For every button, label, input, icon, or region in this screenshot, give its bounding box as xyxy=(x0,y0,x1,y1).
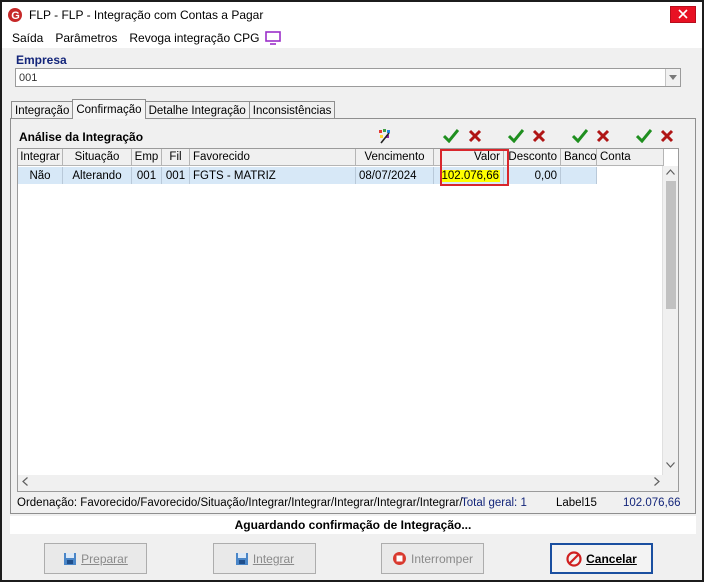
empresa-value: 001 xyxy=(19,71,38,84)
main-window: G FLP - FLP - Integração com Contas a Pa… xyxy=(0,0,704,582)
close-button[interactable] xyxy=(670,6,696,23)
svg-text:G: G xyxy=(11,10,20,22)
scroll-left-icon[interactable] xyxy=(22,477,28,491)
window-title: FLP - FLP - Integração com Contas a Paga… xyxy=(29,8,264,22)
cell-fil[interactable]: 001 xyxy=(162,167,190,184)
tab-strip: Integração Confirmação Detalhe Integraçã… xyxy=(11,99,336,119)
cell-banco[interactable] xyxy=(561,167,597,184)
col-header-conta[interactable]: Conta xyxy=(597,149,664,166)
menu-saida[interactable]: Saída xyxy=(12,31,43,45)
interromper-label: Interromper xyxy=(410,551,474,566)
cell-integrar[interactable]: Não xyxy=(18,167,63,184)
col-header-fil[interactable]: Fil xyxy=(162,149,190,166)
preparar-label: Preparar xyxy=(81,551,128,566)
total-geral-label: Total geral: 1 xyxy=(461,497,527,509)
color-wand-icon[interactable] xyxy=(376,127,394,145)
cell-conta[interactable] xyxy=(597,167,664,184)
menu-parametros[interactable]: Parâmetros xyxy=(55,31,117,45)
stop-icon xyxy=(392,551,407,566)
integrar-button[interactable]: Integrar xyxy=(213,543,316,574)
cross-all-desconto-icon[interactable] xyxy=(530,127,548,145)
status-message: Aguardando confirmação de Integração... xyxy=(10,516,696,534)
col-header-vencimento[interactable]: Vencimento xyxy=(356,149,434,166)
cross-all-banco-icon[interactable] xyxy=(594,127,612,145)
scroll-down-icon[interactable] xyxy=(666,459,675,473)
tab-inconsistencias[interactable]: Inconsistências xyxy=(248,101,336,119)
empresa-label: Empresa xyxy=(16,53,67,67)
label15: Label15 xyxy=(556,497,597,509)
scroll-right-icon[interactable] xyxy=(654,477,660,491)
tab-detalhe-integracao[interactable]: Detalhe Integração xyxy=(144,101,250,119)
dropdown-arrow-icon[interactable] xyxy=(665,69,680,86)
col-header-integrar[interactable]: Integrar xyxy=(18,149,63,166)
monitor-icon[interactable] xyxy=(265,31,282,45)
vertical-scroll-thumb[interactable] xyxy=(666,181,676,309)
empresa-select[interactable]: 001 xyxy=(15,68,681,87)
ordenacao-text: Ordenação: Favorecido/Favorecido/Situaçã… xyxy=(17,497,463,509)
save-disk-icon xyxy=(63,552,77,566)
vertical-scrollbar[interactable] xyxy=(662,166,678,475)
cross-all-conta-icon[interactable] xyxy=(658,127,676,145)
tab-confirmacao[interactable]: Confirmação xyxy=(72,99,146,119)
cancel-icon xyxy=(566,550,582,567)
menu-bar: Saída Parâmetros Revoga integração CPG xyxy=(2,28,702,48)
cell-valor[interactable]: 102.076,66 xyxy=(434,167,504,184)
scroll-up-icon[interactable] xyxy=(666,166,675,180)
check-all-conta-icon[interactable] xyxy=(635,127,653,145)
integrar-label: Integrar xyxy=(252,551,295,566)
col-header-emp[interactable]: Emp xyxy=(132,149,162,166)
col-header-valor[interactable]: Valor xyxy=(434,149,504,166)
col-header-situacao[interactable]: Situação xyxy=(63,149,132,166)
cell-situacao[interactable]: Alterando xyxy=(63,167,132,184)
horizontal-scrollbar[interactable] xyxy=(18,475,664,491)
col-header-banco[interactable]: Banco xyxy=(561,149,597,166)
cancelar-button[interactable]: Cancelar xyxy=(550,543,653,574)
cell-emp[interactable]: 001 xyxy=(132,167,162,184)
col-header-desconto[interactable]: Desconto xyxy=(504,149,561,166)
col-header-favorecido[interactable]: Favorecido xyxy=(190,149,356,166)
cell-vencimento[interactable]: 08/07/2024 xyxy=(356,167,434,184)
cross-all-valor-icon[interactable] xyxy=(466,127,484,145)
check-all-valor-icon[interactable] xyxy=(442,127,460,145)
panel-title: Análise da Integração xyxy=(19,130,144,144)
close-icon xyxy=(678,8,688,22)
menu-revoga-integracao[interactable]: Revoga integração CPG xyxy=(129,31,259,45)
total-value: 102.076,66 xyxy=(623,497,681,509)
title-bar: G FLP - FLP - Integração com Contas a Pa… xyxy=(2,2,702,28)
check-all-desconto-icon[interactable] xyxy=(507,127,525,145)
save-disk-icon xyxy=(235,552,249,566)
tab-integracao[interactable]: Integração xyxy=(11,101,74,119)
cell-desconto[interactable]: 0,00 xyxy=(504,167,561,184)
cell-favorecido[interactable]: FGTS - MATRIZ xyxy=(190,167,356,184)
cancelar-label: Cancelar xyxy=(586,551,637,566)
check-all-banco-icon[interactable] xyxy=(571,127,589,145)
scroll-corner xyxy=(662,475,678,491)
app-logo-icon: G xyxy=(7,7,23,23)
valor-highlight: 102.076,66 xyxy=(440,169,500,182)
preparar-button[interactable]: Preparar xyxy=(44,543,147,574)
integration-grid[interactable]: Integrar Situação Emp Fil Favorecido Ven… xyxy=(17,148,679,492)
interromper-button[interactable]: Interromper xyxy=(381,543,484,574)
confirmacao-panel: Análise da Integração Integrar Situação … xyxy=(10,118,696,514)
